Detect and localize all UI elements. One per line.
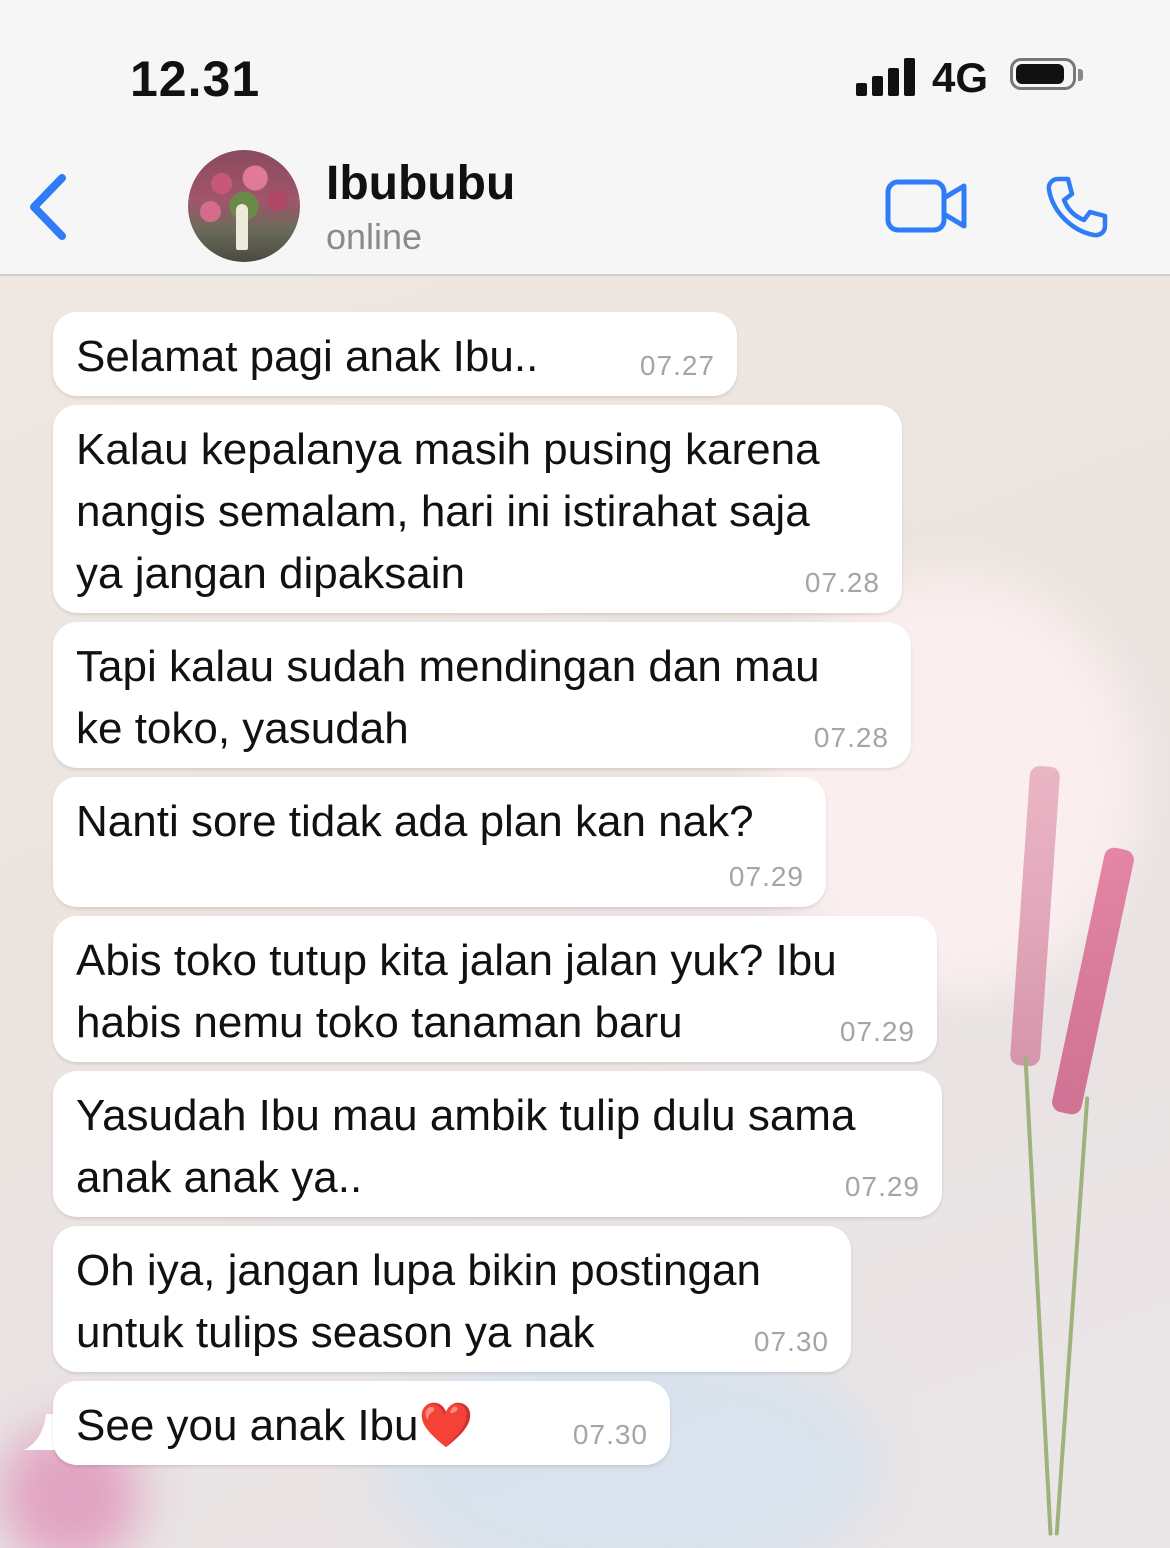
message-bubble[interactable]: Nanti sore tidak ada plan kan nak? 07.29 <box>53 777 826 907</box>
message-time: 07.28 <box>813 722 889 753</box>
chat-header: Ibububu online <box>0 140 1170 276</box>
message-time: 07.27 <box>639 350 715 381</box>
message-bubble[interactable]: See you anak Ibu❤️ 07.30 <box>53 1381 670 1465</box>
network-type: 4G <box>932 54 989 101</box>
voice-call-button[interactable] <box>1044 174 1110 240</box>
message-bubble[interactable]: Abis toko tutup kita jalan jalan yuk? Ib… <box>53 916 937 1062</box>
contact-status: online <box>326 216 423 257</box>
contact-avatar[interactable] <box>188 150 300 262</box>
message-text: Abis toko tutup kita jalan jalan yuk? Ib… <box>76 936 837 1047</box>
message-bubble[interactable]: Kalau kepalanya masih pusing karena nang… <box>53 405 902 613</box>
message-time: 07.29 <box>728 861 804 892</box>
message-time: 07.29 <box>844 1171 920 1202</box>
wallpaper-stem <box>1054 1096 1090 1536</box>
video-camera-icon <box>885 179 967 233</box>
video-call-button[interactable] <box>884 176 968 236</box>
cellular-signal-icon <box>856 58 916 96</box>
message-text: Nanti sore tidak ada plan kan nak? <box>76 797 754 846</box>
message-text: Selamat pagi anak Ibu.. <box>76 332 539 381</box>
back-button[interactable] <box>26 172 76 242</box>
chevron-left-icon <box>30 174 66 240</box>
message-text: Kalau kepalanya masih pusing karena nang… <box>76 425 820 598</box>
message-time: 07.28 <box>804 567 880 598</box>
message-text: See you anak Ibu❤️ <box>76 1401 474 1450</box>
message-time: 07.30 <box>753 1326 829 1357</box>
message-bubble[interactable]: Selamat pagi anak Ibu.. 07.27 <box>53 312 737 396</box>
status-bar: 12.31 4G <box>0 0 1170 140</box>
phone-icon <box>1046 176 1108 238</box>
wallpaper-stem <box>1023 1056 1053 1536</box>
message-text: Oh iya, jangan lupa bikin postingan untu… <box>76 1246 761 1357</box>
message-bubble[interactable]: Yasudah Ibu mau ambik tulip dulu sama an… <box>53 1071 942 1217</box>
message-text: Yasudah Ibu mau ambik tulip dulu sama an… <box>76 1091 856 1202</box>
message-time: 07.29 <box>839 1016 915 1047</box>
message-bubble[interactable]: Oh iya, jangan lupa bikin postingan untu… <box>53 1226 851 1372</box>
status-time: 12.31 <box>130 51 261 107</box>
battery-icon <box>1010 58 1083 94</box>
message-time: 07.30 <box>572 1419 648 1450</box>
message-bubble[interactable]: Tapi kalau sudah mendingan dan mau ke to… <box>53 622 911 768</box>
contact-name[interactable]: Ibububu <box>326 156 515 211</box>
message-text: Tapi kalau sudah mendingan dan mau ke to… <box>76 642 820 753</box>
